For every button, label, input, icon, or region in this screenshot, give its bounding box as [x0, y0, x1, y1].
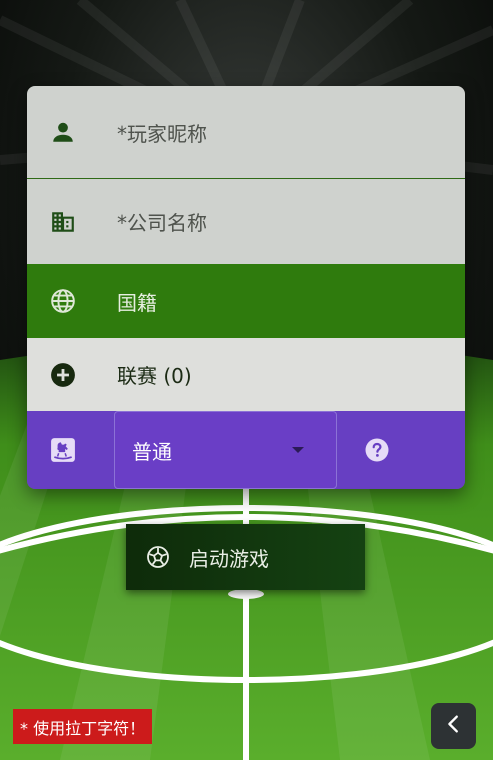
help-icon[interactable]: [365, 438, 389, 462]
difficulty-row: 普通: [27, 411, 465, 489]
difficulty-select[interactable]: 普通: [114, 411, 337, 489]
league-selector[interactable]: 联赛 (0): [27, 338, 465, 411]
nickname-placeholder: *玩家昵称: [117, 121, 207, 146]
chevron-down-icon: [292, 447, 304, 453]
company-field[interactable]: *公司名称: [27, 179, 465, 264]
chevron-left-icon: [443, 713, 465, 739]
nationality-label: 国籍: [117, 290, 157, 315]
start-game-label: 启动游戏: [189, 546, 269, 571]
latin-chars-warning: * 使用拉丁字符！: [13, 709, 153, 744]
back-button[interactable]: [431, 703, 476, 749]
player-form-panel: *玩家昵称 *公司名称 国籍 联赛 (0) 普通: [27, 86, 465, 489]
nationality-field[interactable]: 国籍: [27, 264, 465, 338]
rocking-horse-icon: [49, 436, 77, 464]
add-circle-icon: [49, 361, 77, 389]
start-game-button[interactable]: 启动游戏: [126, 524, 365, 590]
soccer-ball-icon: [146, 545, 170, 569]
company-placeholder: *公司名称: [117, 211, 207, 235]
globe-icon: [49, 287, 77, 315]
nickname-field[interactable]: *玩家昵称: [27, 86, 465, 179]
building-icon: [49, 208, 77, 236]
person-icon: [49, 118, 77, 146]
league-label: 联赛 (0): [117, 364, 192, 388]
difficulty-value: 普通: [132, 439, 172, 464]
